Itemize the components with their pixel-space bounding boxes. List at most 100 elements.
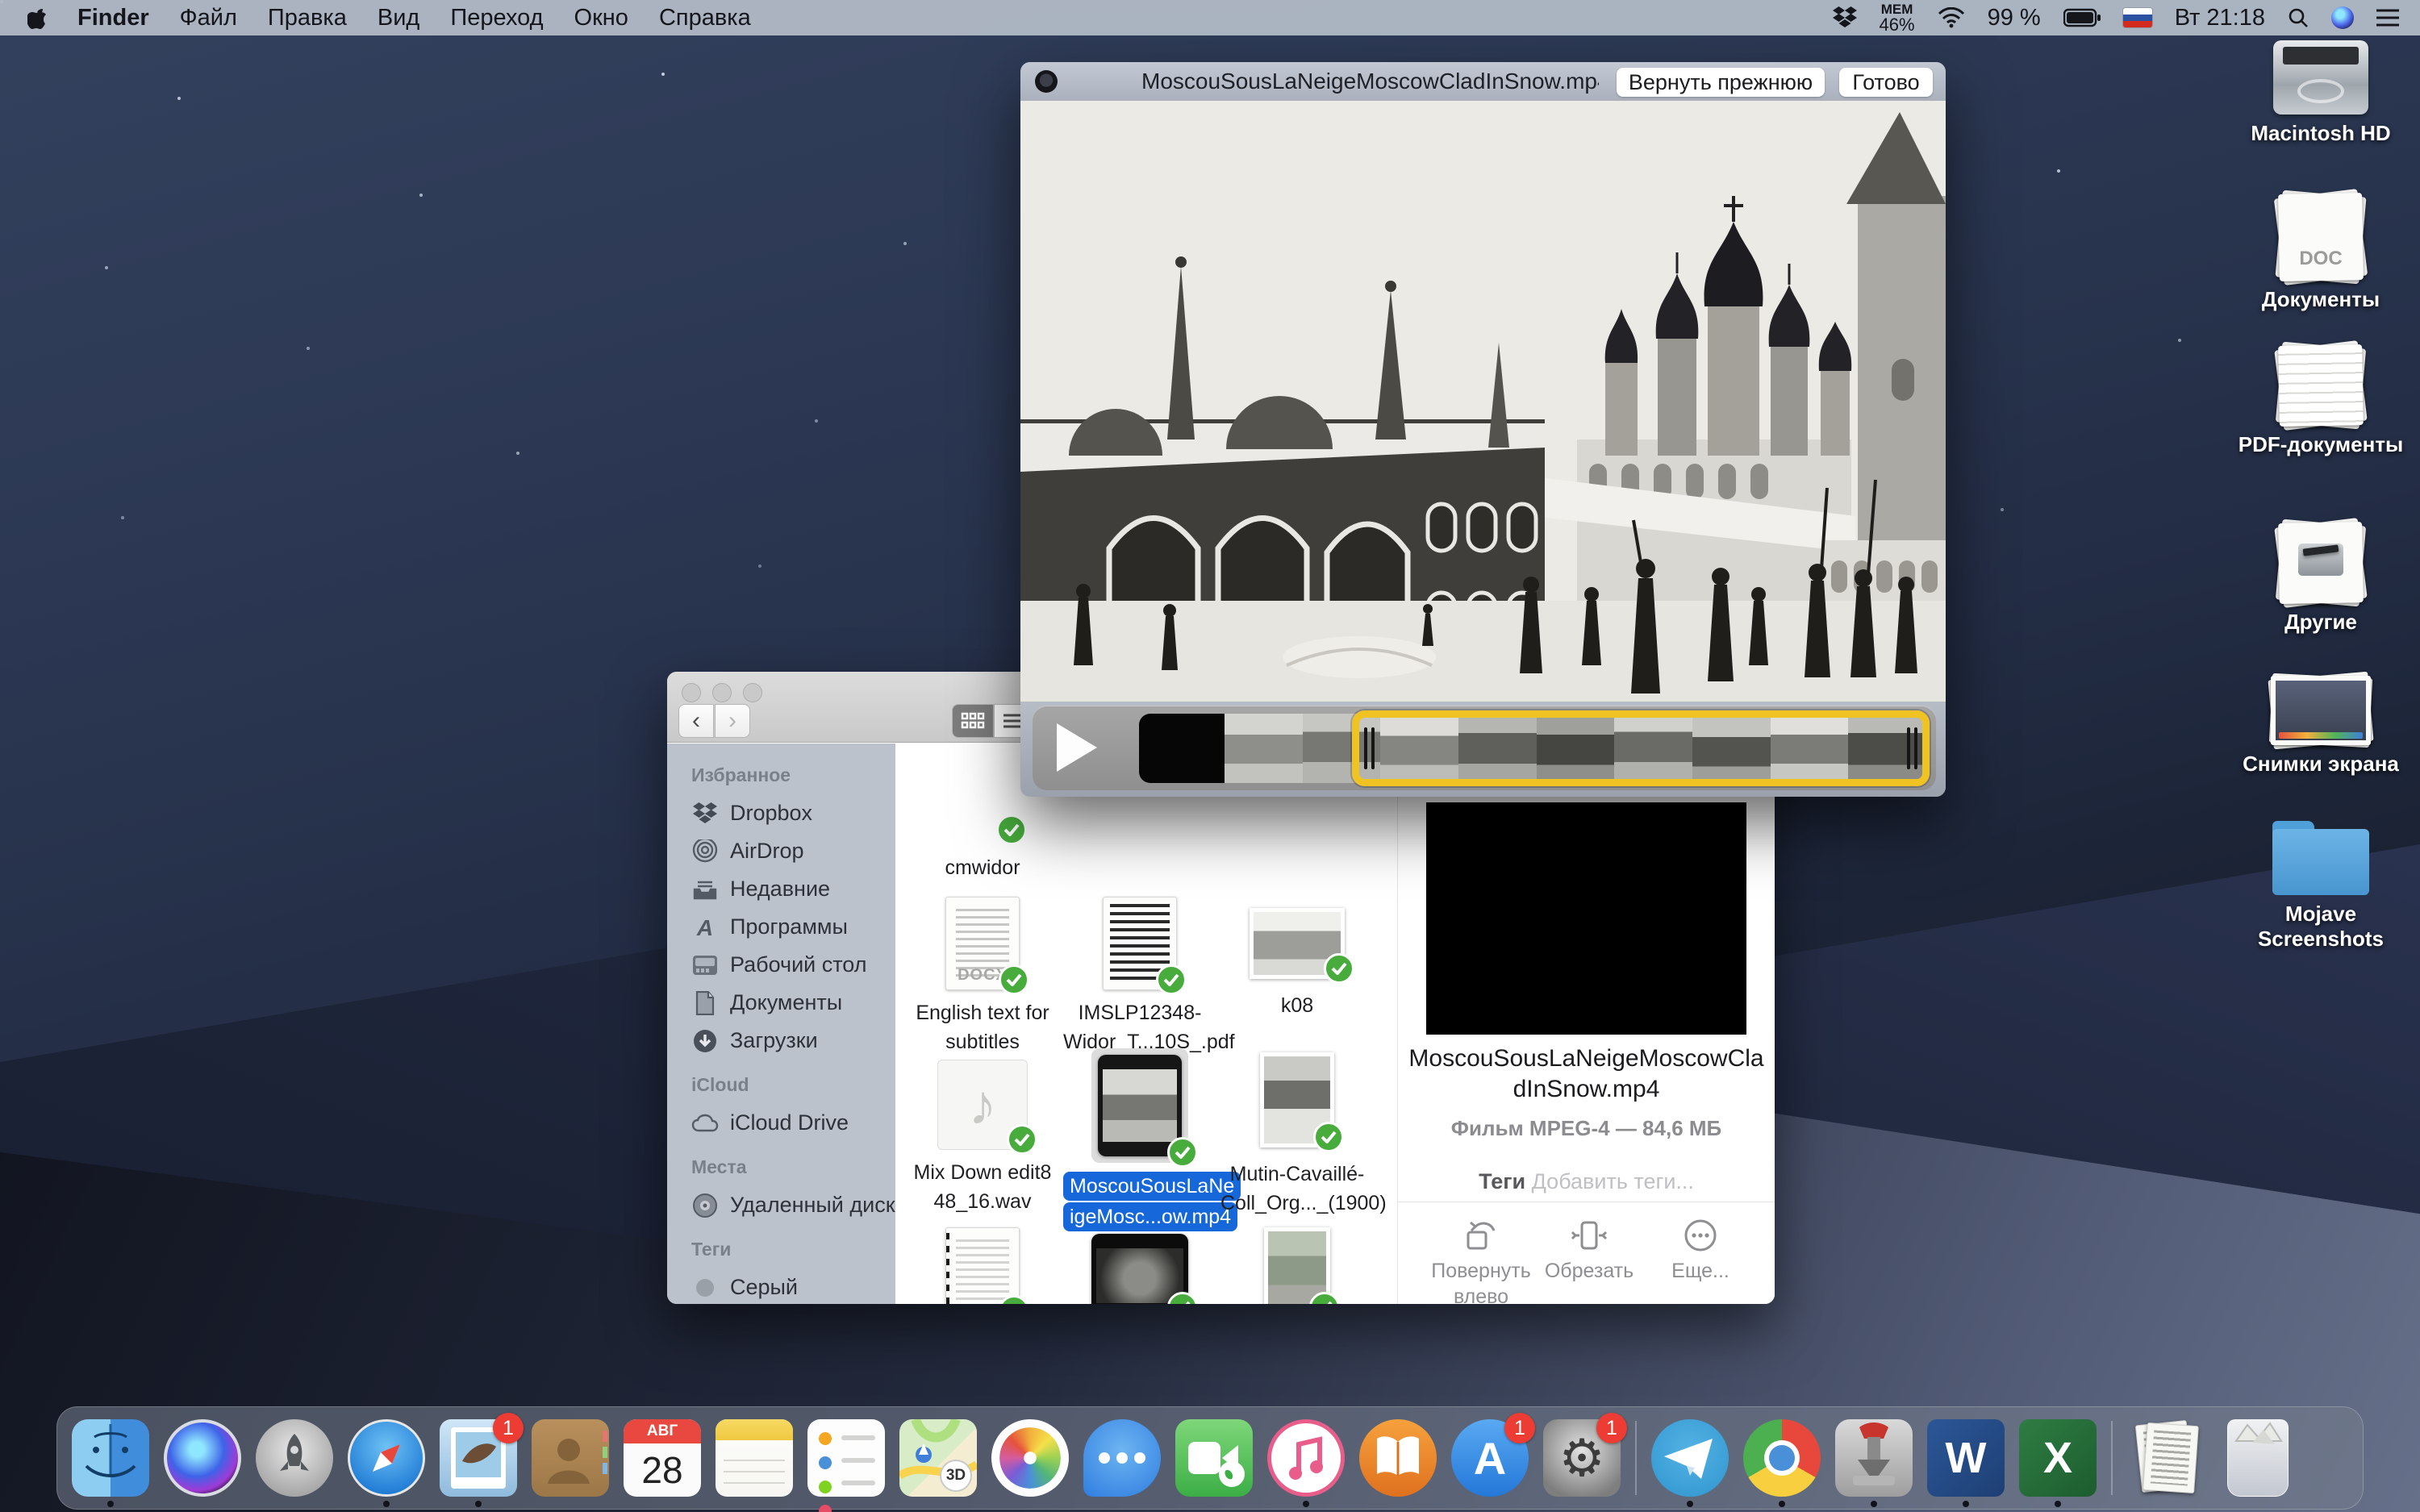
dock-item-finder[interactable] xyxy=(72,1419,149,1497)
preview-video-thumbnail[interactable] xyxy=(1426,802,1746,1035)
sidebar-item-documents[interactable]: Документы xyxy=(691,984,895,1022)
siri-menu-icon[interactable] xyxy=(2331,6,2354,29)
desktop-icon-documents-stack[interactable]: DOC Документы xyxy=(2228,194,2414,312)
menu-go[interactable]: Переход xyxy=(450,5,543,31)
finder-preview-pane: MoscouSousLaNeigeMoscowCladInSnow.mp4 Фи… xyxy=(1397,744,1775,1304)
dock-item-excel[interactable]: X xyxy=(2019,1419,2097,1497)
running-indicator xyxy=(1687,1501,1693,1507)
file-item-english-text[interactable]: DOCX English text forsubtitles xyxy=(906,897,1059,1056)
record-close-icon[interactable] xyxy=(1035,70,1058,93)
sidebar-item-dropbox[interactable]: Dropbox xyxy=(691,794,895,832)
dropbox-icon xyxy=(691,802,719,825)
menu-file[interactable]: Файл xyxy=(180,5,237,31)
file-item-imslp-pdf[interactable]: IMSLP12348-Widor_T...10S_.pdf xyxy=(1063,897,1216,1056)
file-item-mixdown-wav[interactable]: ♪ Mix Down edit848_16.wav xyxy=(906,1060,1059,1216)
dock-item-books[interactable] xyxy=(1359,1419,1437,1497)
spotlight-search-icon[interactable] xyxy=(2288,7,2309,28)
file-item-sepultuur[interactable]: Sepultuur_Cavaille_Coll xyxy=(1220,1227,1374,1304)
sidebar-item-downloads[interactable]: Загрузки xyxy=(691,1022,895,1060)
rotate-left-icon xyxy=(1421,1213,1542,1258)
sidebar-section-title: Теги xyxy=(691,1239,895,1260)
dock-item-downloads-stack[interactable] xyxy=(2127,1419,2205,1497)
desktop-icon-macintosh-hd[interactable]: Macintosh HD xyxy=(2228,40,2414,146)
notification-center-icon[interactable] xyxy=(2376,8,2399,27)
wifi-icon[interactable] xyxy=(1938,7,1965,28)
desktop-icon-others[interactable]: Другие xyxy=(2228,523,2414,635)
dock-item-transmission[interactable] xyxy=(1835,1419,1913,1497)
dock-item-safari[interactable] xyxy=(348,1419,425,1497)
forward-button[interactable]: › xyxy=(715,704,750,738)
done-button[interactable]: Готово xyxy=(1839,68,1933,97)
dock-item-facetime[interactable] xyxy=(1175,1419,1253,1497)
sidebar-item-label: Документы xyxy=(730,990,842,1015)
dock-item-chrome[interactable] xyxy=(1743,1419,1821,1497)
file-item-cmwidor[interactable]: cmwidor xyxy=(906,824,1059,882)
apple-menu[interactable] xyxy=(27,6,47,29)
preview-tags-row: Теги Добавить теги... xyxy=(1398,1169,1775,1194)
dock-item-reminders[interactable] xyxy=(807,1419,885,1497)
pdf-stack-icon xyxy=(2279,345,2363,426)
sidebar-item-tag-gray[interactable]: Серый xyxy=(691,1268,895,1304)
rotate-left-action[interactable]: Повернутьвлево xyxy=(1421,1213,1542,1304)
menu-edit[interactable]: Правка xyxy=(268,5,347,31)
dock-item-launchpad[interactable] xyxy=(256,1419,333,1497)
memory-status[interactable]: MEM46% xyxy=(1880,2,1915,34)
dock-item-calendar[interactable]: АВГ 28 xyxy=(624,1419,701,1497)
dock-item-photos[interactable] xyxy=(991,1419,1069,1497)
dropbox-status-icon[interactable] xyxy=(1833,6,1857,29)
synced-badge xyxy=(1156,964,1187,995)
file-item-moscou-mp4-selected[interactable]: MoscouSousLaNeigeMosc...ow.mp4 xyxy=(1063,1048,1216,1232)
battery-icon[interactable] xyxy=(2063,8,2101,27)
file-item-paris-mp4[interactable]: Paris_Exposition_1900-iBV...Po.mp4 xyxy=(1063,1234,1216,1304)
add-tags-field[interactable]: Добавить теги... xyxy=(1532,1169,1694,1193)
file-item-osnovnye-pdf[interactable]: osnovnye-element...gana.pdf xyxy=(906,1227,1059,1304)
trim-selection-region[interactable] xyxy=(1352,710,1930,786)
back-button[interactable]: ‹ xyxy=(678,704,714,738)
menu-view[interactable]: Вид xyxy=(378,5,419,31)
dock-item-telegram[interactable] xyxy=(1651,1419,1729,1497)
movie-still-moscow-snow xyxy=(1020,101,1946,702)
view-grid-button[interactable] xyxy=(952,704,994,738)
dock-item-trash[interactable] xyxy=(2219,1419,2297,1497)
zoom-button[interactable] xyxy=(743,683,762,702)
dock-item-system-preferences[interactable]: ⚙ 1 xyxy=(1543,1419,1621,1497)
desktop-icon-label: MojaveScreenshots xyxy=(2228,902,2414,952)
sidebar-item-recents[interactable]: Недавние xyxy=(691,870,895,908)
dock-item-siri[interactable] xyxy=(164,1419,241,1497)
sidebar-item-label: Удаленный диск xyxy=(730,1193,895,1218)
file-item-k08[interactable]: k08 xyxy=(1220,908,1374,1020)
dock-item-appstore[interactable]: A 1 xyxy=(1451,1419,1529,1497)
minimize-button[interactable] xyxy=(712,683,732,702)
sidebar-item-icloud-drive[interactable]: iCloud Drive xyxy=(691,1104,895,1142)
sidebar-item-airdrop[interactable]: AirDrop xyxy=(691,832,895,870)
dock-item-mail[interactable]: 1 xyxy=(440,1419,517,1497)
dock-item-word[interactable]: W xyxy=(1927,1419,2005,1497)
revert-button[interactable]: Вернуть прежнюю xyxy=(1617,68,1825,97)
close-button[interactable] xyxy=(682,683,701,702)
desktop-icon-mojave-screenshots[interactable]: MojaveScreenshots xyxy=(2228,821,2414,952)
input-language-flag-ru[interactable] xyxy=(2123,8,2152,27)
sidebar-item-desktop[interactable]: Рабочий стол xyxy=(691,946,895,984)
more-action[interactable]: Еще... xyxy=(1640,1213,1761,1284)
recents-tray-icon xyxy=(691,878,719,901)
dock-item-messages[interactable] xyxy=(1083,1419,1161,1497)
dock-item-itunes[interactable] xyxy=(1267,1419,1345,1497)
menu-clock[interactable]: Вт 21:18 xyxy=(2175,5,2265,31)
trim-action[interactable]: Обрезать xyxy=(1529,1213,1650,1284)
file-item-mutin-cavaille[interactable]: Mutin-Cavaillé-Coll_Org..._(1900) xyxy=(1220,1052,1374,1218)
menu-app-name[interactable]: Finder xyxy=(77,5,149,31)
trim-end-handle[interactable] xyxy=(1907,727,1917,769)
spiral-pdf-icon xyxy=(945,1227,1020,1304)
dock-item-notes[interactable] xyxy=(716,1419,793,1497)
desktop-icon-pdf-documents[interactable]: PDF-документы xyxy=(2228,345,2414,457)
trim-start-handle[interactable] xyxy=(1364,727,1375,769)
menu-window[interactable]: Окно xyxy=(574,5,628,31)
desktop-icon-screenshots[interactable]: Снимки экрана xyxy=(2228,676,2414,777)
dock-item-contacts[interactable] xyxy=(532,1419,609,1497)
menu-help[interactable]: Справка xyxy=(659,5,751,31)
dock-item-maps[interactable]: 3D xyxy=(899,1419,977,1497)
action-label: Еще... xyxy=(1640,1258,1761,1284)
sidebar-item-remote-disc[interactable]: Удаленный диск xyxy=(691,1186,895,1224)
sidebar-item-applications[interactable]: A Программы xyxy=(691,908,895,946)
play-button[interactable] xyxy=(1055,723,1097,772)
